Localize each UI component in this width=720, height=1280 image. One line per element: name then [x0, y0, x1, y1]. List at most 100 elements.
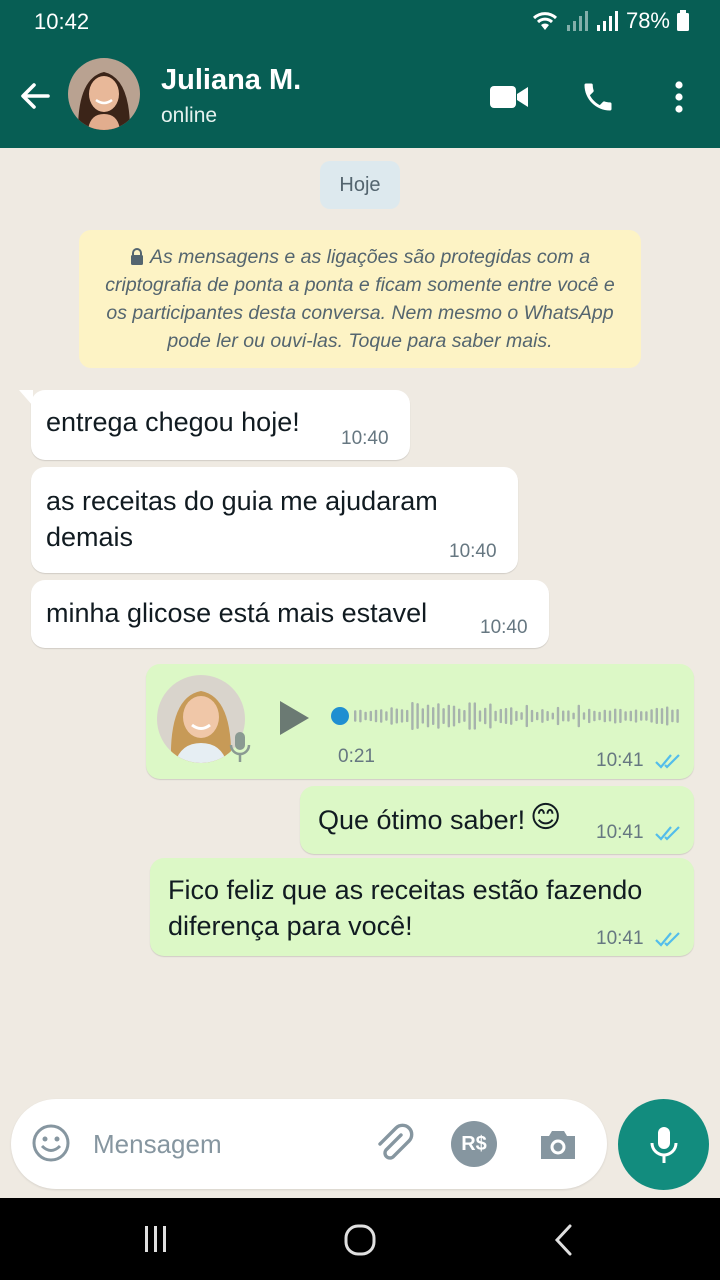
- play-icon[interactable]: [276, 698, 312, 738]
- waveform-bar: [567, 710, 570, 722]
- nav-back-icon[interactable]: [544, 1222, 584, 1258]
- waveform-bar: [374, 709, 378, 723]
- message-time: 10:41: [596, 928, 644, 949]
- voice-message-bubble[interactable]: 0:21 10:41: [146, 664, 694, 779]
- message-bubble-outgoing[interactable]: Fico feliz que as receitas estão fazendo…: [150, 858, 694, 956]
- encryption-notice[interactable]: As mensagens e as ligações são protegida…: [79, 230, 641, 368]
- more-options-button[interactable]: [656, 74, 702, 120]
- waveform-bar: [504, 708, 508, 724]
- lock-icon: [130, 248, 143, 265]
- message-time: 10:40: [341, 428, 389, 449]
- waveform-progress-dot[interactable]: [331, 707, 349, 725]
- more-vert-icon: [675, 81, 683, 113]
- message-composer: R$: [11, 1099, 607, 1189]
- waveform-bar: [380, 709, 383, 723]
- waveform-bar: [463, 710, 466, 722]
- waveform-bar: [546, 711, 549, 721]
- back-arrow-icon[interactable]: [14, 74, 58, 118]
- waveform-bar: [468, 702, 471, 730]
- waveform-bar: [359, 709, 362, 723]
- waveform-bar: [593, 710, 596, 722]
- waveform-bar: [369, 710, 372, 722]
- video-call-button[interactable]: [486, 74, 532, 120]
- waveform-bar: [452, 705, 456, 727]
- waveform-bar: [385, 711, 388, 721]
- message-bubble-incoming[interactable]: as receitas do guia me ajudaram demais 1…: [31, 467, 518, 573]
- message-bubble-incoming[interactable]: entrega chegou hoje! 10:40: [19, 390, 410, 460]
- message-input[interactable]: [93, 1119, 343, 1169]
- waveform-bar: [655, 707, 658, 724]
- phone-icon: [584, 83, 612, 111]
- contact-status: online: [161, 104, 218, 127]
- waveform-bar: [671, 709, 674, 723]
- message-text: Fico feliz que as receitas estão fazendo…: [168, 875, 643, 941]
- message-bubble-outgoing[interactable]: Que ótimo saber! 😊 10:41: [300, 786, 694, 854]
- waveform-bar: [354, 710, 357, 722]
- mic-icon: [229, 732, 251, 762]
- waveform-bar: [400, 709, 404, 723]
- waveform-bar: [666, 706, 669, 726]
- waveform-bar: [598, 711, 601, 721]
- waveform-bar: [520, 712, 523, 720]
- waveform-bar: [473, 702, 476, 730]
- waveform-bar: [426, 704, 430, 728]
- message-time: 10:40: [449, 541, 497, 562]
- contact-avatar[interactable]: [68, 58, 140, 130]
- waveform-bar: [614, 708, 617, 724]
- waveform-bar: [562, 710, 565, 722]
- voice-record-button[interactable]: [618, 1099, 709, 1190]
- waveform-bar: [603, 709, 606, 723]
- camera-icon[interactable]: [535, 1121, 581, 1167]
- waveform-bar: [608, 710, 612, 722]
- double-check-icon: [655, 932, 680, 947]
- waveform-bar: [530, 709, 534, 723]
- waveform-bar: [421, 708, 424, 724]
- signal-icon: [566, 11, 588, 31]
- payment-icon: R$: [461, 1132, 487, 1155]
- home-icon[interactable]: [340, 1222, 380, 1258]
- emoji-icon[interactable]: [29, 1121, 73, 1165]
- waveform-bar: [536, 711, 539, 721]
- chat-area[interactable]: Hoje As mensagens e as ligações são prot…: [0, 148, 720, 1098]
- waveform-bar: [458, 708, 461, 724]
- waveform-bar: [541, 709, 544, 723]
- contact-name[interactable]: Juliana M.: [161, 64, 301, 97]
- waveform-bar: [650, 709, 653, 723]
- message-text: entrega chegou hoje!: [46, 407, 300, 437]
- message-bubble-incoming[interactable]: minha glicose está mais estavel 10:40: [31, 580, 549, 648]
- recents-icon[interactable]: [136, 1222, 176, 1258]
- smiling-emoji: 😊: [530, 800, 562, 835]
- waveform-bar: [645, 711, 648, 721]
- waveform-bar: [660, 708, 664, 724]
- voice-duration: 0:21: [338, 746, 375, 767]
- status-bar: 10:42 78%: [0, 0, 720, 44]
- signal-icon: [596, 11, 618, 31]
- waveform-bar: [588, 708, 591, 724]
- battery-icon: [677, 10, 689, 31]
- waveform-bar: [640, 711, 643, 721]
- voice-call-button[interactable]: [575, 74, 621, 120]
- waveform-bar: [395, 708, 398, 724]
- waveform-bar: [556, 706, 560, 726]
- encryption-notice-text: As mensagens e as ligações são protegida…: [105, 246, 615, 352]
- payment-button[interactable]: R$: [451, 1121, 497, 1167]
- voice-waveform[interactable]: [330, 696, 684, 736]
- waveform-bar: [510, 707, 513, 725]
- waveform-bar: [416, 703, 419, 729]
- waveform-bar: [551, 712, 554, 720]
- wifi-icon: [532, 12, 557, 30]
- battery-text: 78%: [625, 8, 670, 33]
- waveform-bar: [577, 704, 580, 728]
- waveform-bar: [484, 707, 487, 725]
- status-time: 10:42: [34, 9, 90, 34]
- message-time: 10:41: [596, 750, 644, 771]
- waveform-bar: [494, 710, 497, 722]
- waveform-bar: [437, 703, 440, 729]
- waveform-bar: [572, 712, 575, 720]
- mic-icon: [650, 1126, 677, 1163]
- double-check-icon: [655, 754, 680, 769]
- waveform-bar: [411, 702, 414, 730]
- message-time: 10:40: [480, 617, 528, 638]
- waveform-bar: [634, 709, 638, 723]
- attach-icon[interactable]: [371, 1121, 417, 1167]
